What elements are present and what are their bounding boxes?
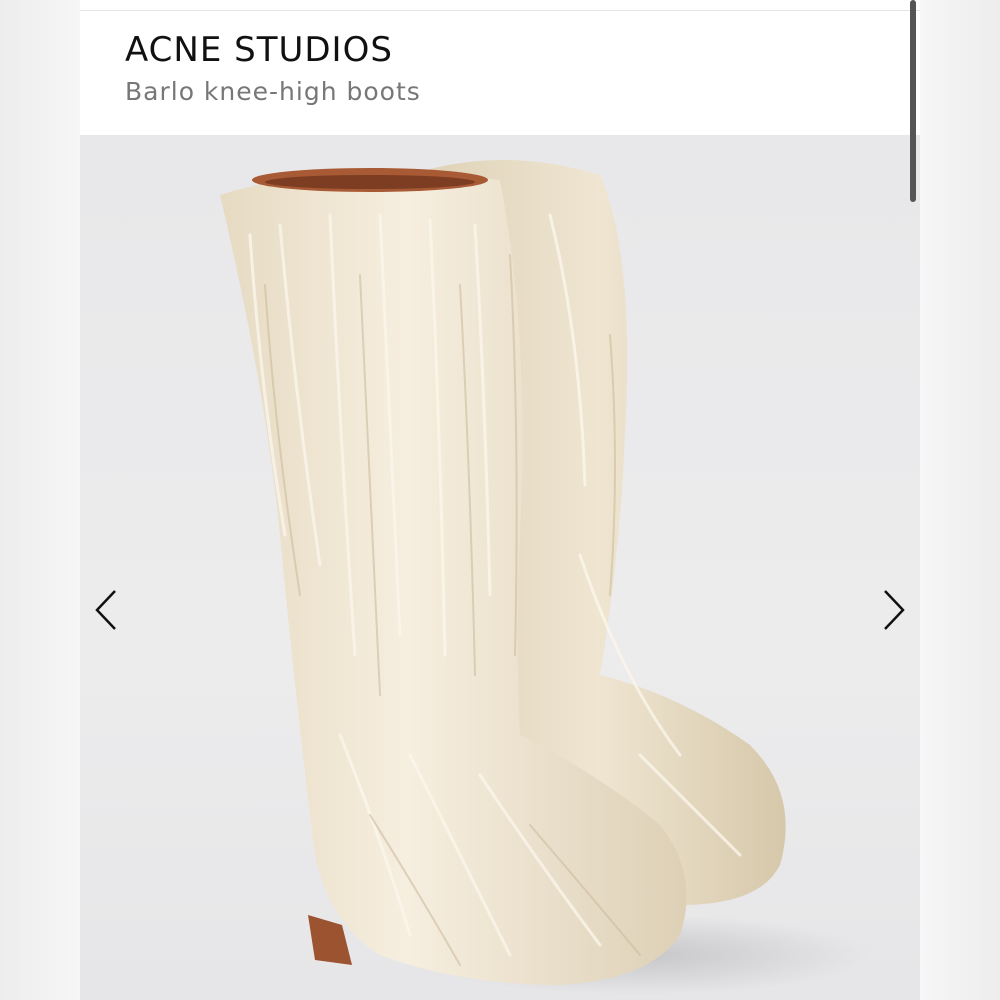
chevron-right-icon [884,590,905,630]
product-header: ACNE STUDIOS Barlo knee-high boots [80,0,920,135]
next-image-button[interactable] [875,585,915,635]
previous-image-button[interactable] [85,585,125,635]
scrollbar[interactable] [910,0,916,202]
brand-name[interactable]: ACNE STUDIOS [125,30,393,70]
divider [80,10,920,11]
product-card: ACNE STUDIOS Barlo knee-high boots [80,0,920,1000]
right-margin [920,0,1000,1000]
boot-photo [220,160,870,995]
left-margin [0,0,80,1000]
product-title: Barlo knee-high boots [125,77,421,106]
product-image-gallery[interactable] [80,135,920,1000]
chevron-left-icon [95,590,116,630]
